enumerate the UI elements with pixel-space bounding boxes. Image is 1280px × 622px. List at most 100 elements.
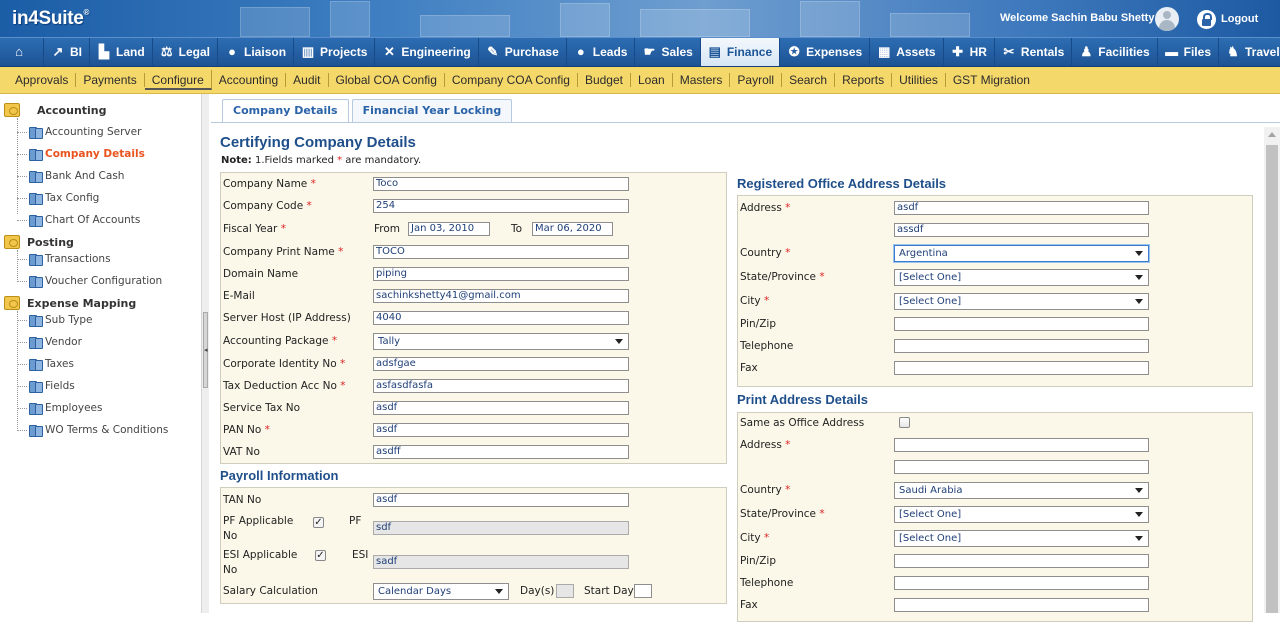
print-address-line1[interactable]	[894, 438, 1149, 452]
sidebar-group-accounting[interactable]: Accounting	[4, 102, 107, 118]
module-home[interactable]: ⌂	[0, 38, 44, 66]
module-bi[interactable]: ↗ BI	[44, 38, 90, 66]
pf-no-input[interactable]: sdf	[373, 521, 629, 535]
reg-fax-input[interactable]	[894, 361, 1149, 375]
start-day-input[interactable]	[634, 584, 652, 598]
subnav-loan[interactable]: Loan	[631, 73, 673, 87]
subnav-approvals[interactable]: Approvals	[8, 73, 77, 87]
pan-input[interactable]: asdf	[373, 423, 629, 437]
subnav-search[interactable]: Search	[782, 73, 836, 87]
tan-input[interactable]: asdf	[373, 493, 629, 507]
print-country-select[interactable]: Saudi Arabia	[894, 482, 1149, 499]
sidebar-item-employees[interactable]: Employees	[17, 400, 102, 416]
subnav-global-coa-config[interactable]: Global COA Config	[329, 73, 445, 87]
reg-city-select[interactable]: [Select One]	[894, 293, 1149, 310]
accounting-package-select[interactable]: Tally	[373, 333, 629, 350]
reg-country-select[interactable]: Argentina	[894, 245, 1149, 262]
module-leads[interactable]: ● Leads	[567, 38, 636, 66]
salary-calculation-select[interactable]: Calendar Days	[373, 583, 509, 600]
pf-applicable-checkbox[interactable]: ✓	[313, 517, 324, 528]
corporate-identity-input[interactable]: adsfgae	[373, 357, 629, 371]
reg-state-select[interactable]: [Select One]	[894, 269, 1149, 286]
module-land[interactable]: ▙ Land	[90, 38, 153, 66]
print-pin-input[interactable]	[894, 554, 1149, 568]
module-travel[interactable]: ♞ Travel	[1219, 38, 1280, 66]
fiscal-to-date[interactable]: Mar 06, 2020	[532, 222, 613, 236]
print-city-select[interactable]: [Select One]	[894, 530, 1149, 547]
subnav-audit[interactable]: Audit	[286, 73, 329, 87]
sidebar-item-vendor[interactable]: Vendor	[17, 334, 82, 350]
company-print-name-input[interactable]: TOCO	[373, 245, 629, 259]
sidebar-item-transactions[interactable]: Transactions	[17, 251, 111, 267]
module-rentals[interactable]: ✂ Rentals	[995, 38, 1073, 66]
print-address-line2[interactable]	[894, 460, 1149, 474]
service-tax-input[interactable]: asdf	[373, 401, 629, 415]
sidebar-group-posting[interactable]: Posting	[4, 234, 74, 250]
subnav-masters[interactable]: Masters	[673, 73, 731, 87]
module-projects[interactable]: ▥ Projects	[294, 38, 376, 66]
user-avatar[interactable]	[1155, 7, 1179, 31]
domain-name-input[interactable]: piping	[373, 267, 629, 281]
sidebar-group-expense-mapping[interactable]: Expense Mapping	[4, 295, 136, 311]
scroll-up-icon[interactable]	[1268, 132, 1276, 137]
vat-input[interactable]: asdff	[373, 445, 629, 459]
module-facilities[interactable]: ♟ Facilities	[1072, 38, 1158, 66]
sidebar-item-wo-terms-conditions[interactable]: WO Terms & Conditions	[17, 422, 168, 438]
sidebar-item-accounting-server[interactable]: Accounting Server	[17, 124, 141, 140]
print-state-select[interactable]: [Select One]	[894, 506, 1149, 523]
logout-button[interactable]: Logout	[1197, 9, 1258, 29]
subnav-accounting[interactable]: Accounting	[212, 73, 287, 87]
esi-applicable-checkbox[interactable]: ✓	[315, 550, 326, 561]
sidebar-item-voucher-configuration[interactable]: Voucher Configuration	[17, 273, 162, 289]
sidebar-item-chart-of-accounts[interactable]: Chart Of Accounts	[17, 212, 140, 228]
server-host-input[interactable]: 4040	[373, 311, 629, 325]
tab-financial-year-locking[interactable]: Financial Year Locking	[351, 99, 513, 123]
company-name-input[interactable]: Toco	[373, 177, 629, 191]
collapse-arrow-icon[interactable]: ◂	[203, 312, 208, 388]
sidebar-item-label: Sub Type	[45, 314, 93, 326]
module-sales[interactable]: ☛ Sales	[635, 38, 701, 66]
module-engineering[interactable]: ✕ Engineering	[375, 38, 479, 66]
sidebar-item-bank-and-cash[interactable]: Bank And Cash	[17, 168, 124, 184]
vertical-scrollbar[interactable]	[1264, 127, 1280, 613]
email-input[interactable]: sachinkshetty41@gmail.com	[373, 289, 629, 303]
subnav-payroll[interactable]: Payroll	[730, 73, 783, 87]
scrollbar-thumb[interactable]	[1266, 145, 1278, 613]
module-finance[interactable]: ▤ Finance	[700, 38, 781, 66]
reg-telephone-input[interactable]	[894, 339, 1149, 353]
module-files[interactable]: ▬ Files	[1158, 38, 1219, 66]
module-expenses[interactable]: ✪ Expenses	[780, 38, 871, 66]
reg-address-line1[interactable]: asdf	[894, 201, 1149, 215]
module-hr[interactable]: ✚ HR	[944, 38, 995, 66]
sidebar-item-company-details[interactable]: Company Details	[17, 146, 145, 162]
fiscal-from-date[interactable]: Jan 03, 2010	[408, 222, 490, 236]
module-legal[interactable]: ⚖ Legal	[153, 38, 219, 66]
subnav-configure[interactable]: Configure	[144, 70, 212, 90]
subnav-gst-migration[interactable]: GST Migration	[946, 73, 1037, 87]
sidebar-resize-handle[interactable]: ◂	[201, 94, 209, 613]
reg-address-line2[interactable]: assdf	[894, 223, 1149, 237]
sidebar-item-sub-type[interactable]: Sub Type	[17, 312, 92, 328]
books-icon	[29, 424, 43, 437]
subnav-utilities[interactable]: Utilities	[892, 73, 946, 87]
esi-no-input[interactable]: sadf	[373, 555, 629, 569]
print-telephone-input[interactable]	[894, 576, 1149, 590]
days-input[interactable]	[556, 584, 574, 598]
app-logo[interactable]: in4Suite®	[12, 8, 89, 30]
same-as-office-checkbox[interactable]	[899, 417, 910, 428]
sidebar-item-taxes[interactable]: Taxes	[17, 356, 74, 372]
subnav-budget[interactable]: Budget	[578, 73, 631, 87]
tax-deduction-input[interactable]: asfasdfasfa	[373, 379, 629, 393]
tab-company-details[interactable]: Company Details	[222, 99, 349, 123]
subnav-reports[interactable]: Reports	[835, 73, 893, 87]
subnav-payments[interactable]: Payments	[76, 73, 145, 87]
sidebar-item-tax-config[interactable]: Tax Config	[17, 190, 99, 206]
subnav-company-coa-config[interactable]: Company COA Config	[445, 73, 578, 87]
module-liaison[interactable]: ● Liaison	[218, 38, 295, 66]
reg-pin-input[interactable]	[894, 317, 1149, 331]
sidebar-item-fields[interactable]: Fields	[17, 378, 75, 394]
module-assets[interactable]: ▦ Assets	[870, 38, 944, 66]
print-fax-input[interactable]	[894, 598, 1149, 612]
company-code-input[interactable]: 254	[373, 199, 629, 213]
module-purchase[interactable]: ✎ Purchase	[479, 38, 567, 66]
